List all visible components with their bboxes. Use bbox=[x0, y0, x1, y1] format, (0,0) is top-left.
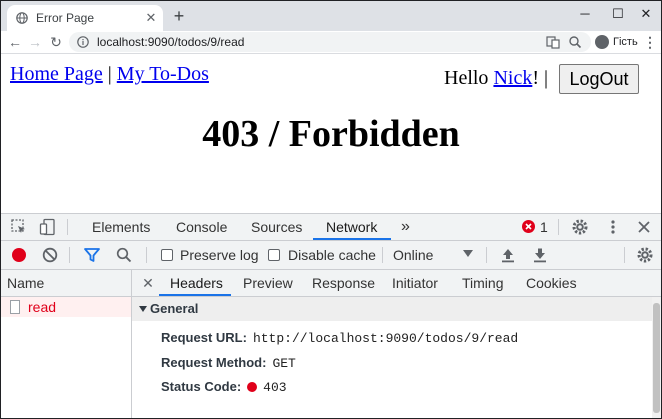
minimize-icon[interactable]: ─ bbox=[570, 5, 600, 23]
greeting: Hello Nick! | bbox=[444, 67, 548, 90]
devtools-tab-bar: Elements Console Sources Network » 1 bbox=[1, 214, 661, 241]
error-icon[interactable] bbox=[521, 219, 536, 234]
more-tabs-icon[interactable]: » bbox=[401, 214, 410, 240]
filter-icon[interactable] bbox=[83, 246, 101, 264]
tab-console[interactable]: Console bbox=[176, 214, 227, 240]
triangle-down-icon bbox=[139, 306, 147, 312]
upload-icon[interactable] bbox=[499, 246, 517, 264]
preserve-log-label[interactable]: Preserve log bbox=[180, 247, 259, 263]
status-error-icon bbox=[247, 382, 258, 392]
details-tab-bar: ✕ Headers Preview Response Initiator Tim… bbox=[132, 270, 661, 297]
network-toolbar: Preserve log Disable cache Online bbox=[1, 241, 661, 270]
greeting-prefix: Hello bbox=[444, 67, 494, 89]
profile-button[interactable]: Гість bbox=[593, 32, 639, 52]
header-key: Request Method: bbox=[161, 355, 267, 370]
scrollbar-thumb[interactable] bbox=[653, 303, 660, 413]
tab-cookies[interactable]: Cookies bbox=[526, 270, 577, 296]
tab-initiator[interactable]: Initiator bbox=[392, 270, 438, 296]
tab-preview[interactable]: Preview bbox=[243, 270, 293, 296]
globe-icon bbox=[16, 12, 28, 24]
separator bbox=[486, 247, 487, 263]
separator bbox=[69, 247, 70, 263]
browser-tab[interactable]: Error Page ✕ bbox=[7, 5, 163, 31]
separator bbox=[382, 247, 383, 263]
devtools-menu-icon[interactable] bbox=[604, 218, 622, 236]
close-window-icon[interactable]: ✕ bbox=[631, 5, 661, 23]
tab-response[interactable]: Response bbox=[312, 270, 375, 296]
header-row-status-code: Status Code: 403 bbox=[161, 379, 287, 395]
settings-gear-icon[interactable] bbox=[571, 218, 589, 236]
header-row-request-method: Request Method: GET bbox=[161, 355, 296, 371]
tab-headers[interactable]: Headers bbox=[159, 270, 231, 296]
translate-icon[interactable] bbox=[545, 34, 561, 50]
address-bar[interactable]: localhost:9090/todos/9/read bbox=[69, 32, 591, 52]
network-settings-gear-icon[interactable] bbox=[636, 246, 654, 264]
header-key: Status Code: bbox=[161, 379, 242, 394]
name-column-header[interactable]: Name bbox=[1, 270, 131, 297]
disable-cache-checkbox[interactable] bbox=[268, 249, 280, 261]
header-row-request-url: Request URL: http://localhost:9090/todos/… bbox=[161, 330, 518, 346]
maximize-icon[interactable]: ☐ bbox=[603, 5, 633, 23]
general-section-header[interactable]: General bbox=[132, 297, 652, 321]
separator bbox=[558, 219, 559, 235]
avatar-icon bbox=[595, 35, 609, 49]
zoom-icon[interactable] bbox=[567, 34, 583, 50]
devtools-panel: Elements Console Sources Network » 1 Pre… bbox=[1, 213, 661, 418]
tab-strip: Error Page ✕ + ─ ☐ ✕ bbox=[1, 1, 661, 31]
header-value: GET bbox=[272, 356, 296, 371]
download-icon[interactable] bbox=[531, 246, 549, 264]
scrollbar[interactable] bbox=[652, 297, 661, 418]
browser-menu-icon[interactable]: ⋮ bbox=[643, 32, 657, 52]
tab-timing[interactable]: Timing bbox=[462, 270, 504, 296]
request-list: Name read bbox=[1, 270, 132, 418]
browser-window: Error Page ✕ + ─ ☐ ✕ ← → ↻ localhost:909… bbox=[0, 0, 662, 419]
chevron-down-icon[interactable] bbox=[463, 250, 473, 257]
close-devtools-icon[interactable] bbox=[635, 218, 653, 236]
nav-links: Home Page | My To-Dos bbox=[10, 63, 209, 86]
close-tab-icon[interactable]: ✕ bbox=[143, 10, 159, 26]
browser-toolbar: ← → ↻ localhost:9090/todos/9/read Гість … bbox=[1, 31, 661, 54]
search-icon[interactable] bbox=[115, 246, 133, 264]
info-icon[interactable] bbox=[77, 36, 89, 48]
page-title: 403 / Forbidden bbox=[202, 113, 460, 155]
disable-cache-label[interactable]: Disable cache bbox=[288, 247, 376, 263]
clear-icon[interactable] bbox=[41, 246, 59, 264]
request-details: ✕ Headers Preview Response Initiator Tim… bbox=[132, 270, 661, 418]
home-page-link[interactable]: Home Page bbox=[10, 63, 103, 85]
user-name-link[interactable]: Nick bbox=[493, 67, 532, 89]
reload-icon[interactable]: ↻ bbox=[46, 32, 66, 52]
logout-button[interactable]: LogOut bbox=[559, 64, 639, 94]
url-text[interactable]: localhost:9090/todos/9/read bbox=[97, 35, 244, 49]
tab-sources[interactable]: Sources bbox=[251, 214, 302, 240]
nav-separator: | bbox=[107, 63, 112, 85]
header-key: Request URL: bbox=[161, 330, 247, 345]
preserve-log-checkbox[interactable] bbox=[161, 249, 173, 261]
profile-label: Гість bbox=[613, 36, 638, 48]
my-todos-link[interactable]: My To-Dos bbox=[117, 63, 209, 85]
document-icon bbox=[10, 300, 20, 314]
header-value: 403 bbox=[263, 380, 287, 395]
separator bbox=[146, 247, 147, 263]
tab-network[interactable]: Network bbox=[313, 214, 391, 240]
request-name[interactable]: read bbox=[28, 299, 56, 315]
tab-title: Error Page bbox=[36, 11, 95, 25]
tab-elements[interactable]: Elements bbox=[92, 214, 150, 240]
new-tab-button[interactable]: + bbox=[169, 6, 189, 26]
general-label: General bbox=[150, 301, 199, 316]
request-row[interactable]: read bbox=[1, 297, 131, 317]
device-toolbar-icon[interactable] bbox=[39, 218, 57, 236]
page-content: Home Page | My To-Dos Hello Nick! | LogO… bbox=[1, 54, 661, 214]
throttling-select[interactable]: Online bbox=[393, 247, 433, 263]
separator bbox=[624, 247, 625, 263]
record-icon[interactable] bbox=[12, 248, 26, 262]
close-details-icon[interactable]: ✕ bbox=[141, 273, 155, 293]
header-value: http://localhost:9090/todos/9/read bbox=[252, 331, 519, 346]
separator bbox=[67, 219, 68, 235]
greeting-suffix: ! | bbox=[532, 67, 548, 89]
inspect-element-icon[interactable] bbox=[10, 218, 28, 236]
back-icon[interactable]: ← bbox=[5, 32, 25, 52]
error-count[interactable]: 1 bbox=[540, 214, 548, 240]
forward-icon[interactable]: → bbox=[25, 32, 45, 52]
